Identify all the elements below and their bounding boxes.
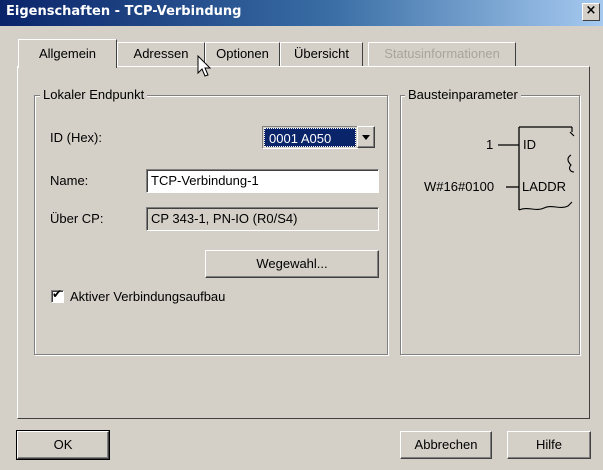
id-label: ID (Hex): — [50, 130, 102, 145]
help-button-label: Hilfe — [535, 437, 562, 452]
route-button[interactable]: Wegewahl... — [205, 250, 379, 278]
id-select-value: 0001 A050 — [264, 128, 356, 147]
tab-label-optionen: Optionen — [216, 46, 269, 61]
name-input[interactable]: TCP-Verbindung-1 — [146, 169, 379, 193]
name-label: Name: — [50, 173, 89, 188]
laddr-param-value: W#16#0100 — [424, 179, 495, 194]
tab-label-uebersicht: Übersicht — [294, 46, 349, 61]
properties-dialog: Eigenschaften - TCP-Verbindung × Adresse… — [0, 0, 603, 470]
tab-adressen[interactable]: Adressen — [117, 42, 205, 66]
id-param-value: 1 — [486, 137, 494, 152]
title-bar[interactable]: Eigenschaften - TCP-Verbindung × — [0, 0, 603, 26]
tab-label-statusinformationen: Statusinformationen — [384, 46, 500, 61]
close-icon: × — [585, 3, 597, 18]
tab-optionen[interactable]: Optionen — [205, 42, 280, 66]
route-button-label: Wegewahl... — [256, 256, 328, 271]
checkmark-icon: ✔ — [52, 287, 63, 301]
block-parameters-title: Bausteinparameter — [405, 87, 521, 102]
id-select-dropdown-button[interactable] — [357, 126, 375, 148]
tab-uebersicht[interactable]: Übersicht — [280, 42, 363, 66]
tab-label-allgemein: Allgemein — [38, 46, 97, 61]
mouse-cursor-icon — [197, 55, 212, 77]
cancel-button-label: Abbrechen — [414, 437, 478, 452]
help-button[interactable]: Hilfe — [507, 431, 591, 459]
tab-label-adressen: Adressen — [133, 46, 189, 61]
local-endpoint-title: Lokaler Endpunkt — [40, 87, 148, 102]
ok-button-label: OK — [53, 437, 73, 452]
function-block-diagram — [498, 126, 575, 211]
tab-allgemein[interactable]: Allgemein — [18, 39, 117, 68]
cp-field: CP 343-1, PN-IO (R0/S4) — [146, 207, 379, 231]
chevron-down-icon — [362, 135, 370, 140]
window-title: Eigenschaften - TCP-Verbindung — [6, 4, 242, 19]
active-connection-label: Aktiver Verbindungsaufbau — [70, 289, 226, 304]
tab-statusinformationen[interactable]: Statusinformationen — [368, 42, 516, 66]
cancel-button[interactable]: Abbrechen — [400, 431, 492, 459]
id-pin-label: ID — [523, 137, 536, 152]
close-button[interactable]: × — [582, 3, 600, 21]
laddr-pin-label: LADDR — [522, 179, 567, 194]
cp-label: Über CP: — [50, 211, 104, 226]
active-connection-checkbox[interactable]: ✔ — [51, 287, 64, 303]
ok-button[interactable]: OK — [16, 430, 110, 460]
